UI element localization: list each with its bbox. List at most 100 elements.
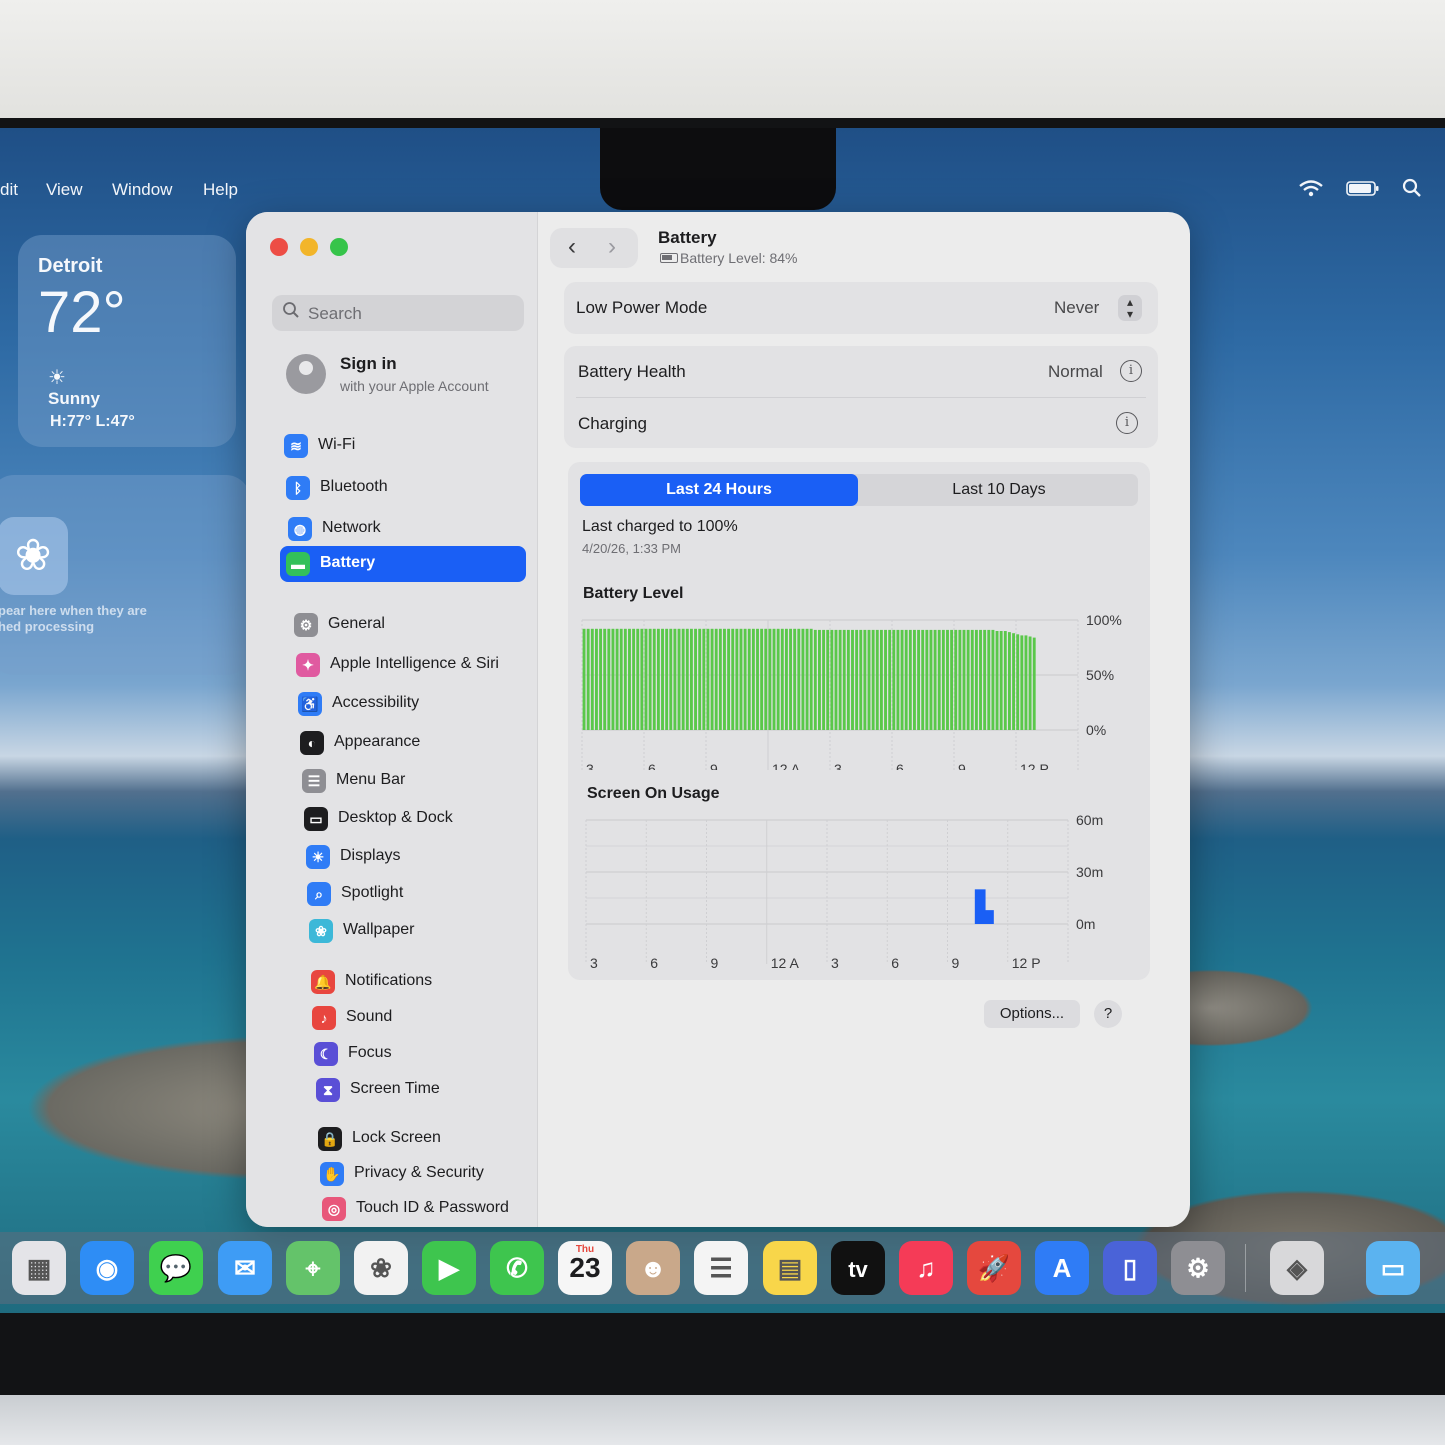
rocket-icon[interactable]: 🚀 bbox=[967, 1241, 1021, 1295]
signin-subtitle: with your Apple Account bbox=[340, 378, 489, 394]
sidebar-item-wallpaper[interactable]: ❀ Wallpaper bbox=[303, 913, 543, 949]
help-button[interactable]: ? bbox=[1094, 1000, 1122, 1028]
hand-icon: ✋ bbox=[320, 1162, 344, 1186]
sidebar-item-network[interactable]: ◍ Network bbox=[282, 511, 522, 547]
sidebar-item-displays[interactable]: ☀ Displays bbox=[300, 839, 540, 875]
sidebar-item-bluetooth[interactable]: ᛒ Bluetooth bbox=[280, 470, 520, 506]
iphone-mirroring-icon[interactable]: ▯ bbox=[1103, 1241, 1157, 1295]
bell-icon: 🔔 bbox=[311, 970, 335, 994]
menu-edit[interactable]: dit bbox=[0, 180, 18, 200]
menu-window[interactable]: Window bbox=[112, 180, 172, 200]
battery-icon[interactable] bbox=[1346, 178, 1380, 203]
search-icon[interactable] bbox=[1402, 178, 1422, 203]
chart-bar bbox=[714, 628, 718, 730]
chart-bar bbox=[826, 629, 830, 730]
weather-widget[interactable]: Detroit 72° ☀ Sunny H:77° L:47° bbox=[18, 235, 236, 447]
launchpad-icon[interactable]: ▦ bbox=[12, 1241, 66, 1295]
sidebar-item-touch-id-password[interactable]: ◎ Touch ID & Password bbox=[316, 1191, 556, 1227]
sidebar-item-notifications[interactable]: 🔔 Notifications bbox=[305, 964, 545, 1000]
menu-view[interactable]: View bbox=[46, 180, 83, 200]
info-icon[interactable]: i bbox=[1116, 412, 1138, 434]
sidebar-item-wi-fi[interactable]: ≋ Wi-Fi bbox=[278, 428, 518, 464]
wifi-icon: ≋ bbox=[284, 434, 308, 458]
chart-bar bbox=[904, 629, 908, 730]
preview-icon[interactable]: ◈ bbox=[1270, 1241, 1324, 1295]
zoom-button[interactable] bbox=[330, 238, 348, 256]
sidebar-item-battery[interactable]: ▬ Battery bbox=[280, 546, 526, 582]
chart-bar bbox=[673, 628, 677, 730]
chart-bar bbox=[838, 629, 842, 730]
dock-separator bbox=[1245, 1244, 1246, 1292]
options-button[interactable]: Options... bbox=[984, 1000, 1080, 1028]
contacts-icon[interactable]: ☻ bbox=[626, 1241, 680, 1295]
facetime-icon[interactable]: ▶ bbox=[422, 1241, 476, 1295]
x-tick-label: 6 bbox=[891, 955, 899, 970]
sidebar-item-spotlight[interactable]: ⌕ Spotlight bbox=[301, 876, 541, 912]
sidebar-item-desktop-dock[interactable]: ▭ Desktop & Dock bbox=[298, 801, 538, 837]
chart-bar bbox=[743, 628, 747, 730]
chart-bar bbox=[954, 629, 958, 730]
wifi-icon[interactable] bbox=[1298, 178, 1324, 203]
sidebar-item-sound[interactable]: ♪ Sound bbox=[306, 1000, 546, 1036]
calendar-icon[interactable]: 23 Thu bbox=[558, 1241, 612, 1295]
weather-condition: Sunny bbox=[48, 389, 100, 408]
info-icon[interactable]: i bbox=[1120, 360, 1142, 382]
battery-health-value: Normal bbox=[1048, 362, 1103, 381]
sidebar-item-menu-bar[interactable]: ☰ Menu Bar bbox=[296, 763, 536, 799]
chart-bar bbox=[809, 628, 813, 730]
folder-icon[interactable]: ▭ bbox=[1366, 1241, 1420, 1295]
back-button[interactable]: ‹ bbox=[568, 233, 576, 261]
forward-button[interactable]: › bbox=[608, 233, 616, 261]
messages-icon[interactable]: 💬 bbox=[149, 1241, 203, 1295]
chart-bar bbox=[789, 628, 792, 730]
chart-bar bbox=[842, 629, 846, 730]
tv-icon[interactable]: tv bbox=[831, 1241, 885, 1295]
sidebar-item-accessibility[interactable]: ♿ Accessibility bbox=[292, 686, 532, 722]
search-input[interactable]: Search bbox=[272, 295, 524, 331]
x-tick-label: 3 bbox=[590, 955, 598, 970]
chevron-updown-icon[interactable]: ▴ ▾ bbox=[1118, 295, 1142, 321]
apple-account-signin[interactable]: Sign in with your Apple Account bbox=[284, 352, 534, 402]
sidebar-item-screen-time[interactable]: ⧗ Screen Time bbox=[310, 1072, 550, 1108]
sidebar-item-label: Displays bbox=[340, 847, 401, 864]
menu-help[interactable]: Help bbox=[203, 180, 238, 200]
chart-bar bbox=[685, 628, 689, 730]
photos-icon[interactable]: ❀ bbox=[354, 1241, 408, 1295]
low-power-value[interactable]: Never bbox=[1054, 298, 1099, 318]
chart-bar bbox=[644, 628, 648, 730]
chart-bar bbox=[776, 628, 780, 730]
sidebar-item-general[interactable]: ⚙ General bbox=[288, 607, 528, 643]
maps-icon[interactable]: ⌖ bbox=[286, 1241, 340, 1295]
sidebar-item-apple-intelligence-siri[interactable]: ✦ Apple Intelligence & Siri bbox=[290, 647, 530, 683]
appstore-icon[interactable]: A bbox=[1035, 1241, 1089, 1295]
x-tick-label: 6 bbox=[648, 761, 656, 770]
chart-bar bbox=[855, 629, 859, 730]
chart-bar bbox=[863, 629, 867, 730]
minimize-button[interactable] bbox=[300, 238, 318, 256]
siri-icon: ✦ bbox=[296, 653, 320, 677]
chart-bar bbox=[867, 629, 871, 730]
notes-icon[interactable]: ▤ bbox=[763, 1241, 817, 1295]
chart-bar bbox=[979, 629, 982, 730]
battery-icon: ▬ bbox=[286, 552, 310, 576]
close-button[interactable] bbox=[270, 238, 288, 256]
safari-icon[interactable]: ◉ bbox=[80, 1241, 134, 1295]
photos-widget[interactable]: ❀ pear here when they are hed processing bbox=[0, 475, 250, 675]
chart-bar bbox=[718, 628, 722, 730]
mail-icon[interactable]: ✉ bbox=[218, 1241, 272, 1295]
sidebar-item-lock-screen[interactable]: 🔒 Lock Screen bbox=[312, 1121, 552, 1157]
chart-bar bbox=[941, 629, 945, 730]
sidebar-item-label: Menu Bar bbox=[336, 771, 406, 788]
dock: ▦ ◉ 💬 ✉ ⌖ ❀ ▶ ✆ 23 Thu ☻ ☰ ▤ tv ♫ 🚀 A ▯ ⚙ ◈ ▭ bbox=[0, 1232, 1445, 1304]
reminders-icon[interactable]: ☰ bbox=[694, 1241, 748, 1295]
phone-icon[interactable]: ✆ bbox=[490, 1241, 544, 1295]
sidebar-item-appearance[interactable]: ◐ Appearance bbox=[294, 725, 534, 761]
tab-last-24-hours[interactable]: Last 24 Hours bbox=[580, 474, 858, 506]
chart-bar bbox=[822, 629, 826, 730]
music-icon[interactable]: ♫ bbox=[899, 1241, 953, 1295]
system-settings-icon[interactable]: ⚙ bbox=[1171, 1241, 1225, 1295]
dock-icon: ▭ bbox=[304, 807, 328, 831]
tab-last-10-days[interactable]: Last 10 Days bbox=[860, 474, 1138, 506]
sidebar-item-focus[interactable]: ☾ Focus bbox=[308, 1036, 548, 1072]
sidebar-item-privacy-security[interactable]: ✋ Privacy & Security bbox=[314, 1156, 554, 1192]
